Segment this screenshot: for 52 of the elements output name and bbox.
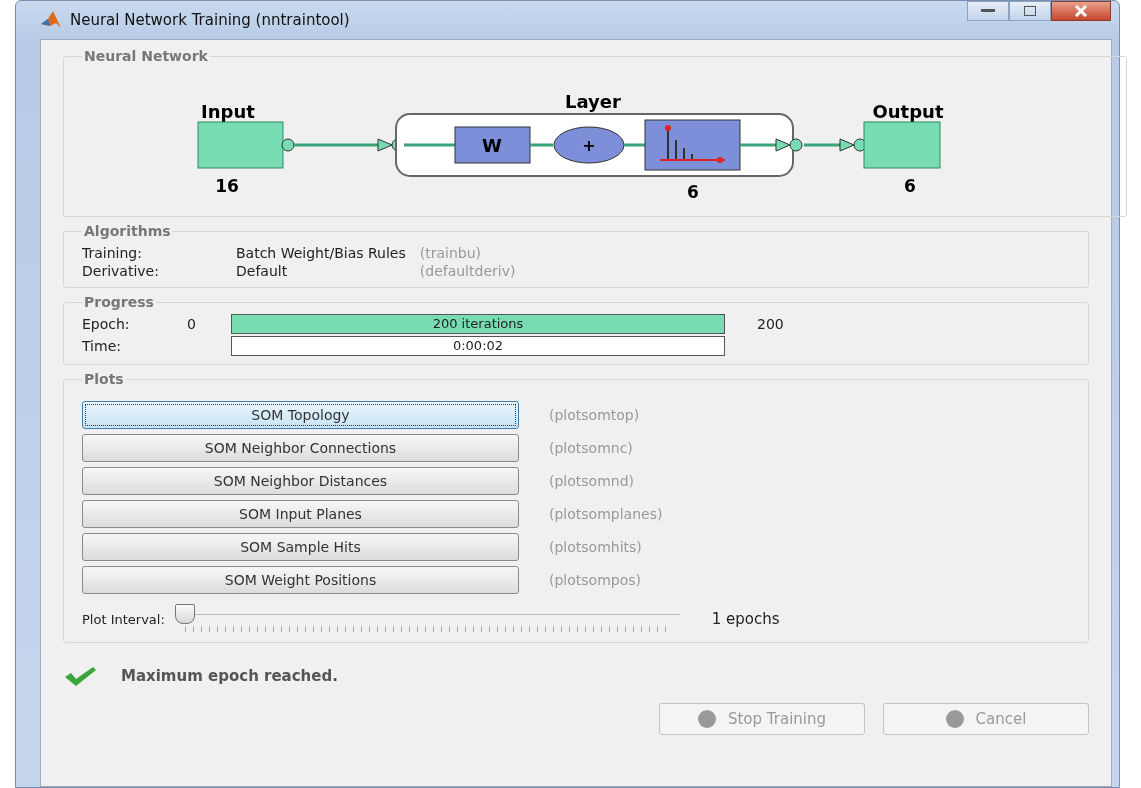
function-name: (plotsomplanes) xyxy=(549,506,663,522)
time-label: Time: xyxy=(82,338,122,354)
plot-button[interactable]: SOM Sample Hits xyxy=(82,533,519,561)
plot-button[interactable]: SOM Neighbor Distances xyxy=(82,467,519,495)
connector-arrow xyxy=(740,138,803,152)
weight-block: W xyxy=(454,126,531,164)
function-name: (plotsomtop) xyxy=(549,407,640,423)
window-title: Neural Network Training (nntraintool) xyxy=(70,11,351,29)
layer-label: Layer xyxy=(565,91,621,112)
function-name: (defaultderiv) xyxy=(419,263,516,279)
interval-slider[interactable] xyxy=(174,604,680,634)
progress-start: 0 xyxy=(187,316,197,332)
plot-button[interactable]: SOM Input Planes xyxy=(82,500,519,528)
progress-end: 200 xyxy=(756,316,785,332)
function-name: (plotsompos) xyxy=(549,572,641,588)
algorithm-value: Default xyxy=(236,263,289,279)
progress-label: Epoch: xyxy=(82,316,131,332)
output-label: Output xyxy=(872,101,944,122)
function-name: (plotsomhits) xyxy=(549,539,642,555)
sum-node: + xyxy=(553,126,625,164)
algorithm-label: Derivative: xyxy=(82,263,160,279)
plot-button[interactable]: SOM Weight Positions xyxy=(82,566,519,594)
input-label: Input xyxy=(201,101,255,122)
progress-text: 200 iterations xyxy=(431,315,525,333)
port-icon xyxy=(281,138,295,152)
checkmark-icon xyxy=(63,665,97,687)
input-size: 16 xyxy=(215,176,239,196)
status-message: Maximum epoch reached. xyxy=(121,667,338,685)
group-title: Plots xyxy=(83,371,125,387)
algorithm-label: Training: xyxy=(82,245,143,261)
group-title: Neural Network xyxy=(83,48,209,64)
time-field: 0:00:02 xyxy=(231,336,725,356)
close-icon xyxy=(1074,5,1088,17)
close-button[interactable] xyxy=(1051,1,1111,21)
function-name: (plotsomnc) xyxy=(549,440,633,456)
plot-button[interactable]: SOM Neighbor Connections xyxy=(82,434,519,462)
function-name: (trainbu) xyxy=(419,245,483,261)
output-size: 6 xyxy=(904,176,916,196)
group-title: Progress xyxy=(83,294,155,310)
function-name: (plotsomnd) xyxy=(549,473,634,489)
maximize-icon xyxy=(1024,6,1036,16)
transfer-function-icon xyxy=(644,119,741,171)
interval-label: Plot Interval: xyxy=(82,611,165,627)
interval-reading: 1 epochs xyxy=(711,610,780,628)
slider-thumb[interactable] xyxy=(174,604,195,624)
minimize-icon xyxy=(981,9,995,13)
layer-size: 6 xyxy=(687,182,699,202)
minimize-button[interactable] xyxy=(967,1,1009,21)
group-title: Algorithms xyxy=(83,223,172,239)
maximize-button[interactable] xyxy=(1009,1,1051,21)
algorithm-value: Batch Weight/Bias Rules xyxy=(236,245,406,261)
plot-button[interactable]: SOM Topology xyxy=(82,401,519,429)
